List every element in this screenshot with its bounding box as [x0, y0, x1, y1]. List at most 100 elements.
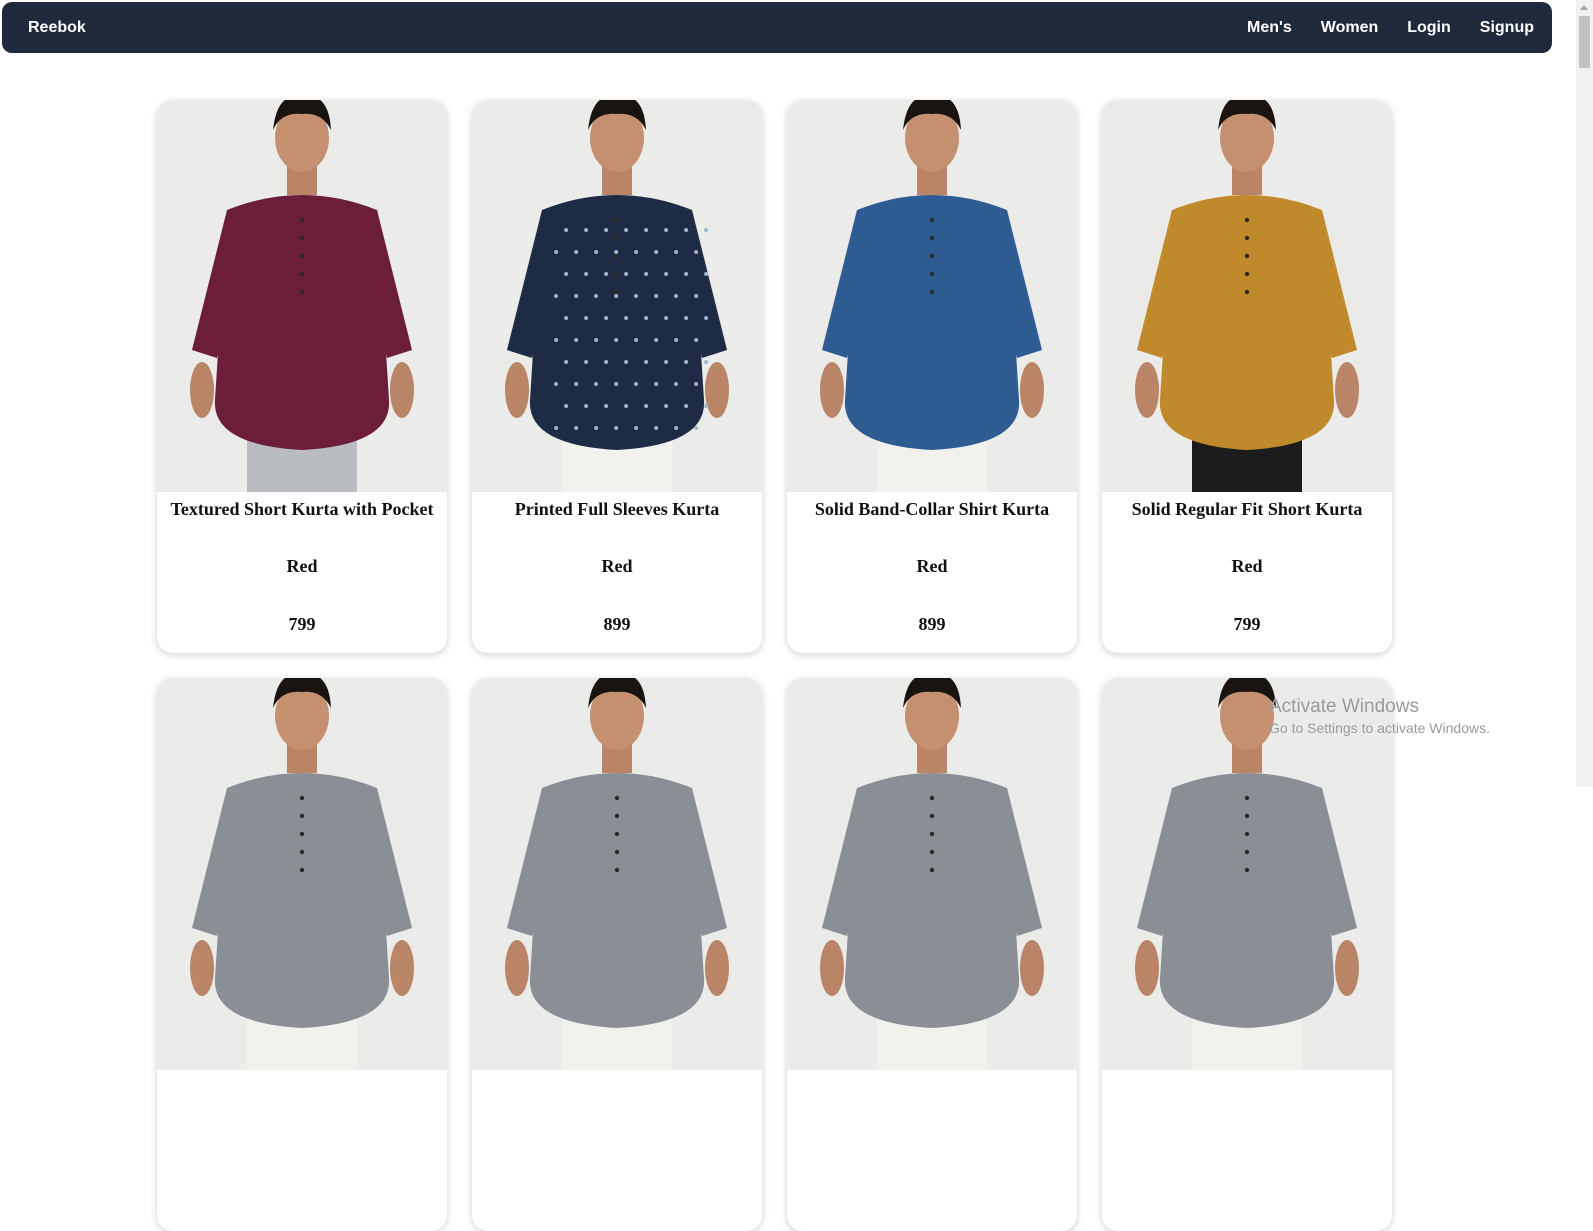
print-dot [684, 360, 689, 364]
nav-link-signup[interactable]: Signup [1480, 19, 1534, 37]
watermark-subtitle: Go to Settings to activate Windows. [1269, 720, 1490, 736]
nav-link-women[interactable]: Women [1321, 19, 1378, 37]
print-dot [664, 272, 669, 276]
print-dot [684, 404, 689, 408]
print-dot [634, 294, 639, 298]
product-card[interactable]: Printed Full Sleeves Kurta Red 899 [472, 100, 762, 653]
print-dot [624, 360, 629, 364]
model-right-hand [390, 940, 414, 996]
product-name: Solid Regular Fit Short Kurta [1131, 499, 1363, 519]
nav-links: Men's Women Login Signup [1218, 19, 1534, 37]
model-right-hand [1020, 362, 1044, 418]
model-illustration [1135, 678, 1359, 1070]
model-right-hand [1335, 362, 1359, 418]
model-illustration [505, 678, 729, 1070]
shirt-button [1244, 813, 1250, 819]
shirt-button [929, 795, 935, 801]
shirt-button [1244, 831, 1250, 837]
print-dot [624, 316, 629, 320]
product-price: 899 [603, 614, 631, 634]
print-dot [554, 338, 559, 342]
product-color: Red [601, 556, 633, 576]
product-card[interactable] [472, 678, 762, 1231]
shirt-button [929, 235, 935, 241]
print-dot [634, 426, 639, 430]
print-dot [594, 294, 599, 298]
nav-link-login[interactable]: Login [1407, 19, 1451, 37]
print-dot [674, 426, 679, 430]
shirt-button [299, 217, 305, 223]
watermark-title: Activate Windows [1269, 696, 1419, 717]
print-dot [694, 426, 699, 430]
print-dot [604, 360, 609, 364]
print-dot [694, 382, 699, 386]
scrollbar-thumb[interactable] [1579, 16, 1590, 68]
product-price: 899 [918, 614, 946, 634]
model-illustration [820, 678, 1044, 1070]
product-card[interactable]: Solid Regular Fit Short Kurta Red 799 [1102, 100, 1392, 653]
print-dot [654, 294, 659, 298]
shirt-button [929, 271, 935, 277]
print-dot [584, 272, 589, 276]
product-grid: Textured Short Kurta with Pocket Red 799… [157, 100, 1392, 1231]
shirt-button [614, 253, 620, 259]
shirt-button [1244, 849, 1250, 855]
print-dot [564, 404, 569, 408]
print-dot [684, 228, 689, 232]
print-dot [624, 272, 629, 276]
product-name: Textured Short Kurta with Pocket [170, 499, 434, 519]
product-color: Red [286, 556, 318, 576]
print-dot [654, 382, 659, 386]
product-image [787, 100, 1077, 492]
print-dot [604, 316, 609, 320]
model-left-hand [505, 362, 529, 418]
print-dot [574, 426, 579, 430]
model-shirt [529, 195, 705, 450]
print-dot [564, 228, 569, 232]
print-dot [594, 382, 599, 386]
model-shirt [214, 773, 390, 1028]
nav-link-mens[interactable]: Men's [1247, 19, 1292, 37]
print-dot [664, 404, 669, 408]
product-image [1102, 100, 1392, 492]
shirt-button [299, 795, 305, 801]
shirt-button [299, 235, 305, 241]
shirt-button [1244, 217, 1250, 223]
model-shirt [214, 195, 390, 450]
shirt-button [929, 217, 935, 223]
model-shirt [1159, 773, 1335, 1028]
print-dot [624, 404, 629, 408]
model-left-hand [1135, 940, 1159, 996]
model-illustration [190, 678, 414, 1070]
product-card[interactable] [1102, 678, 1392, 1231]
print-dot [674, 294, 679, 298]
shirt-button [614, 867, 620, 873]
product-card[interactable] [157, 678, 447, 1231]
model-left-hand [820, 940, 844, 996]
product-image [1102, 678, 1392, 1070]
print-dot [634, 382, 639, 386]
product-card[interactable]: Textured Short Kurta with Pocket Red 799 [157, 100, 447, 653]
print-dot [574, 250, 579, 254]
shirt-button [299, 289, 305, 295]
print-dot [674, 382, 679, 386]
scroll-up-arrow-icon[interactable] [1580, 5, 1588, 10]
print-dot [594, 426, 599, 430]
model-illustration [190, 100, 414, 492]
brand-logo[interactable]: Reebok [28, 19, 86, 37]
print-dot [554, 294, 559, 298]
shirt-button [929, 813, 935, 819]
print-dot [574, 294, 579, 298]
print-dot [594, 338, 599, 342]
model-shirt [844, 195, 1020, 450]
print-dot [644, 360, 649, 364]
print-dot [644, 228, 649, 232]
print-dot [704, 360, 709, 364]
print-dot [584, 228, 589, 232]
print-dot [694, 338, 699, 342]
print-dot [664, 360, 669, 364]
vertical-scrollbar[interactable] [1576, 0, 1593, 787]
product-card[interactable]: Solid Band-Collar Shirt Kurta Red 899 [787, 100, 1077, 653]
product-card[interactable] [787, 678, 1077, 1231]
model-shirt [529, 773, 705, 1028]
